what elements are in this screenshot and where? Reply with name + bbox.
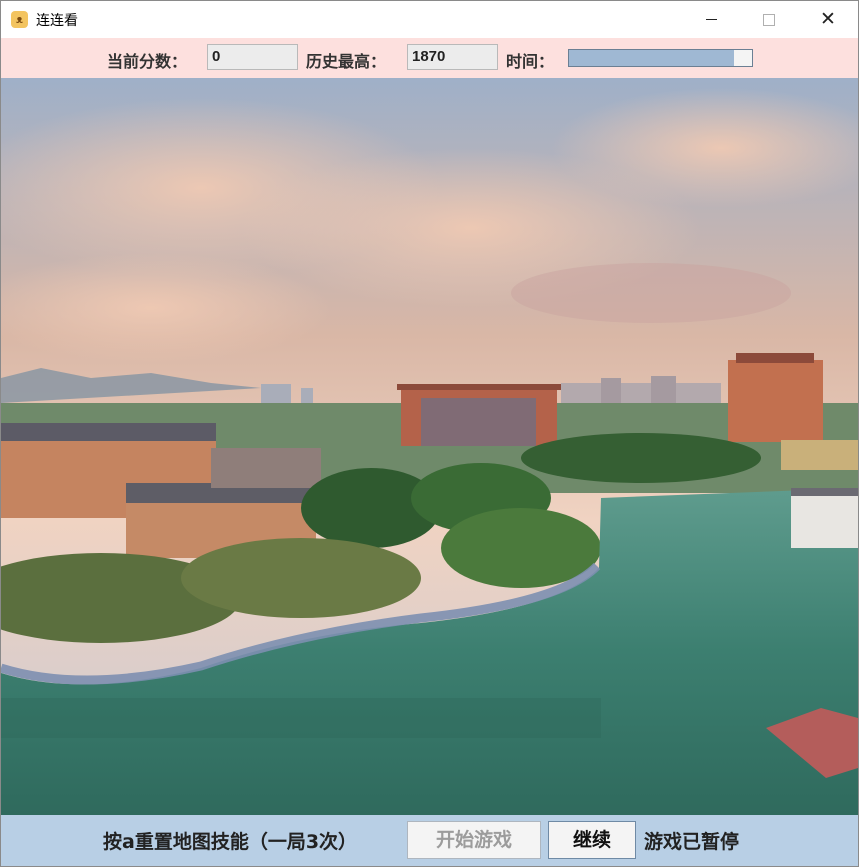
start-game-button[interactable]: 开始游戏 [407, 821, 541, 859]
minimize-icon [705, 19, 717, 20]
title-bar: ᴥ 连连看 ✕ [1, 1, 858, 38]
window-title: 连连看 [36, 13, 78, 29]
game-status-text: 游戏已暂停 [644, 831, 740, 853]
time-label: 时间： [506, 52, 555, 71]
close-icon: ✕ [820, 8, 836, 30]
close-button[interactable]: ✕ [798, 1, 858, 38]
control-bar: 按a重置地图技能（一局3次） 开始游戏 继续 游戏已暂停 [1, 815, 858, 866]
game-board-background [1, 78, 858, 815]
scoreboard-bar: 当前分数： 0 历史最高： 1870 时间： [1, 38, 858, 78]
high-score-field: 1870 [407, 44, 498, 70]
high-score-label: 历史最高： [306, 52, 387, 71]
maximize-button[interactable] [739, 1, 799, 38]
current-score-label: 当前分数： [107, 52, 188, 71]
current-score-field: 0 [207, 44, 298, 70]
resume-button[interactable]: 继续 [548, 821, 636, 859]
game-window: ᴥ 连连看 ✕ 当前分数： 0 历史最高： 1870 时间： 按a重置地图技能（… [0, 0, 859, 867]
minimize-button[interactable] [681, 1, 741, 38]
maximize-icon [763, 13, 775, 26]
time-progress-bar [568, 49, 753, 67]
reset-hint-text: 按a重置地图技能（一局3次） [103, 831, 358, 853]
dog-face-icon: ᴥ [11, 11, 28, 28]
time-progress-fill [569, 50, 734, 66]
